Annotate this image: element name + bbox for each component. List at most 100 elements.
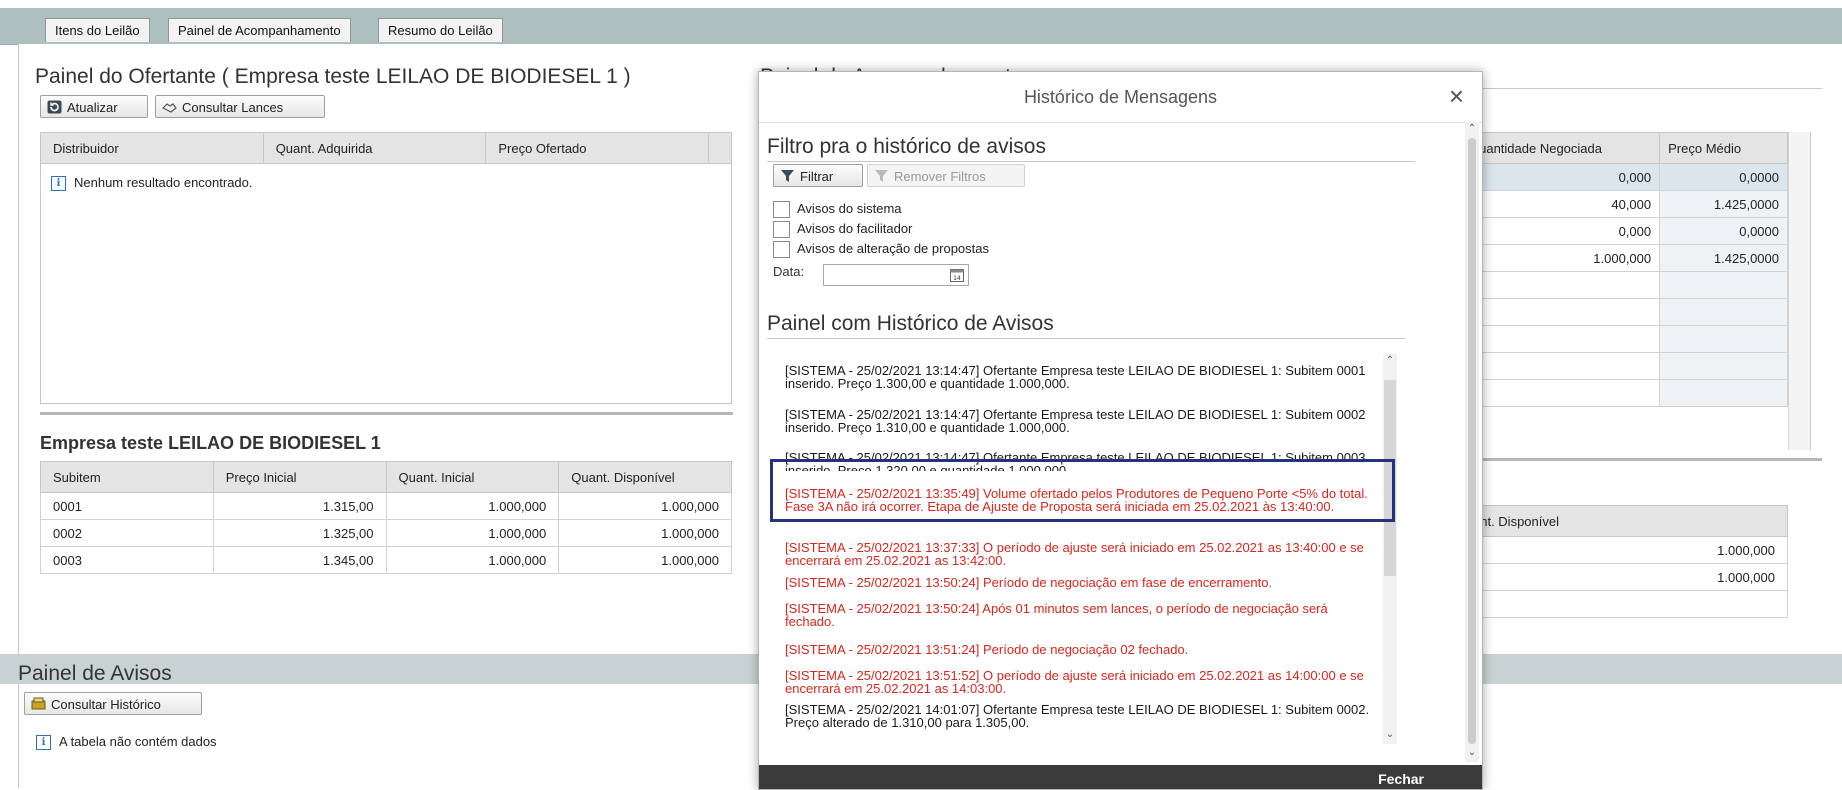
checkbox-box[interactable] bbox=[773, 241, 790, 259]
cell-quantidade-negociada: 0,000 bbox=[1460, 217, 1661, 245]
cell-quant-disponivel: 1.000,000 bbox=[558, 519, 732, 547]
remover-filtros-button[interactable]: Remover Filtros bbox=[867, 164, 1025, 187]
tab-itens-do-leilao[interactable]: Itens do Leilão bbox=[45, 18, 150, 42]
refresh-button[interactable]: Atualizar bbox=[40, 95, 148, 118]
calendar-icon[interactable]: 14 bbox=[950, 268, 964, 282]
message-item: [SISTEMA - 25/02/2021 13:51:24] Período … bbox=[785, 642, 1189, 657]
message-item: [SISTEMA - 25/02/2021 13:14:47] Ofertant… bbox=[785, 363, 1366, 391]
cell-quant-inicial: 1.000,000 bbox=[385, 546, 560, 574]
chevron-up-icon[interactable]: ⌃ bbox=[1385, 356, 1395, 366]
ofertante-grid: Distribuidor Quant. Adquirida Preço Ofer… bbox=[40, 132, 732, 404]
chevron-up-icon[interactable]: ⌃ bbox=[1467, 124, 1477, 134]
cell-subitem: 0001 bbox=[40, 492, 214, 520]
info-icon: i bbox=[51, 176, 66, 192]
date-label: Data: bbox=[773, 264, 805, 279]
svg-text:14: 14 bbox=[953, 275, 961, 282]
table-row bbox=[1460, 325, 1788, 353]
log-scrollbar[interactable]: ⌃ ⌄ bbox=[1383, 354, 1397, 744]
cell-quant-inicial: 1.000,000 bbox=[385, 519, 560, 547]
cell-quant-disponivel: 1.000,000 bbox=[558, 492, 732, 520]
checkbox-box[interactable] bbox=[773, 221, 790, 239]
tab-resumo-do-leilao[interactable]: Resumo do Leilão bbox=[378, 18, 503, 42]
checkbox-avisos-facilitador[interactable]: Avisos do facilitador bbox=[773, 219, 912, 239]
consultar-historico-button[interactable]: Consultar Histórico bbox=[24, 692, 202, 715]
table-row[interactable]: 0,000 0,0000 bbox=[1460, 163, 1788, 191]
close-icon[interactable]: × bbox=[1449, 82, 1464, 110]
cell-preco-inicial: 1.315,00 bbox=[212, 492, 387, 520]
filtrar-button[interactable]: Filtrar bbox=[773, 164, 863, 187]
col-spacer bbox=[708, 132, 732, 164]
col-quant-disponivel-right[interactable]: ant. Disponível bbox=[1460, 505, 1788, 537]
highlight-box bbox=[770, 459, 1395, 522]
acompanhamento-rule bbox=[1480, 88, 1822, 89]
table-row[interactable]: 0002 1.325,00 1.000,000 1.000,000 bbox=[40, 519, 732, 547]
cell-preco-medio: 0,0000 bbox=[1659, 163, 1788, 191]
filtrar-label: Filtrar bbox=[800, 169, 834, 184]
table-row bbox=[1460, 590, 1788, 618]
cell-quantidade-negociada: 40,000 bbox=[1460, 190, 1661, 218]
disponivel-grid: ant. Disponível 1.000,000 1.000,000 bbox=[1460, 505, 1788, 618]
table-row bbox=[1460, 379, 1788, 407]
empty-result-text: Nenhum resultado encontrado. bbox=[74, 175, 253, 190]
col-quant-adquirida[interactable]: Quant. Adquirida bbox=[262, 132, 487, 164]
col-quantidade-negociada[interactable]: Quantidade Negociada bbox=[1460, 132, 1661, 164]
funnel-icon bbox=[781, 170, 794, 182]
cell-quant-disponivel: 1.000,000 bbox=[1460, 563, 1788, 591]
cell-quant-disponivel: 1.000,000 bbox=[1460, 536, 1788, 564]
table-row[interactable]: 40,000 1.425,0000 bbox=[1460, 190, 1788, 218]
splitter-right[interactable] bbox=[1460, 458, 1822, 461]
chevron-down-icon[interactable]: ⌄ bbox=[1385, 730, 1395, 740]
col-distribuidor[interactable]: Distribuidor bbox=[40, 132, 264, 164]
modal-scrollbar[interactable]: ⌃ ⌄ bbox=[1465, 122, 1479, 762]
cell-preco-inicial: 1.325,00 bbox=[212, 519, 387, 547]
table-row[interactable]: 0003 1.345,00 1.000,000 1.000,000 bbox=[40, 546, 732, 574]
cell-preco-inicial: 1.345,00 bbox=[212, 546, 387, 574]
filter-section-title: Filtro pra o histórico de avisos bbox=[767, 135, 1415, 162]
cell-subitem: 0002 bbox=[40, 519, 214, 547]
chevron-down-icon[interactable]: ⌄ bbox=[1467, 748, 1477, 758]
col-preco-ofertado[interactable]: Preço Ofertado bbox=[485, 132, 710, 164]
cell-quantidade-negociada: 1.000,000 bbox=[1460, 244, 1661, 272]
col-quant-inicial[interactable]: Quant. Inicial bbox=[385, 461, 560, 493]
top-strip bbox=[0, 0, 1842, 8]
checkbox-avisos-sistema[interactable]: Avisos do sistema bbox=[773, 199, 902, 219]
avisos-empty-message: i A tabela não contém dados bbox=[36, 734, 217, 751]
table-row[interactable]: 1.000,000 1.425,0000 bbox=[1460, 244, 1788, 272]
table-row bbox=[1460, 352, 1788, 380]
col-preco-medio[interactable]: Preço Médio bbox=[1659, 132, 1788, 164]
consultar-lances-label: Consultar Lances bbox=[182, 100, 284, 115]
checkbox-label: Avisos do sistema bbox=[797, 201, 902, 216]
splitter[interactable] bbox=[40, 412, 733, 415]
modal-title: Histórico de Mensagens bbox=[759, 72, 1482, 123]
table-row[interactable]: 0001 1.315,00 1.000,000 1.000,000 bbox=[40, 492, 732, 520]
checkbox-box[interactable] bbox=[773, 201, 790, 219]
empty-result-message: i Nenhum resultado encontrado. bbox=[51, 175, 253, 192]
date-input[interactable]: 14 bbox=[823, 264, 969, 286]
refresh-icon bbox=[47, 100, 62, 114]
info-icon: i bbox=[36, 735, 51, 751]
remover-filtros-label: Remover Filtros bbox=[894, 169, 986, 184]
fechar-button[interactable]: Fechar bbox=[1378, 771, 1424, 787]
consultar-lances-button[interactable]: Consultar Lances bbox=[155, 95, 325, 118]
history-icon bbox=[31, 697, 46, 710]
checkbox-avisos-alteracao[interactable]: Avisos de alteração de propostas bbox=[773, 239, 989, 259]
tab-bar: Itens do Leilão Painel de Acompanhamento… bbox=[0, 8, 1842, 45]
checkbox-label: Avisos de alteração de propostas bbox=[797, 241, 989, 256]
grid-scroll-column bbox=[1788, 132, 1810, 450]
table-row[interactable]: 1.000,000 bbox=[1460, 563, 1788, 591]
col-quant-disponivel[interactable]: Quant. Disponível bbox=[558, 461, 732, 493]
scrollbar-thumb[interactable] bbox=[1468, 138, 1476, 744]
message-item: [SISTEMA - 25/02/2021 13:50:24] Período … bbox=[785, 575, 1273, 590]
refresh-button-label: Atualizar bbox=[67, 100, 118, 115]
col-preco-inicial[interactable]: Preço Inicial bbox=[212, 461, 387, 493]
acompanhamento-grid: Quantidade Negociada Preço Médio 0,000 0… bbox=[1460, 132, 1811, 450]
table-row bbox=[1460, 271, 1788, 299]
table-row[interactable]: 1.000,000 bbox=[1460, 536, 1788, 564]
messages-log[interactable]: [SISTEMA - 25/02/2021 13:14:47] Ofertant… bbox=[773, 344, 1399, 748]
avisos-empty-text: A tabela não contém dados bbox=[59, 734, 217, 749]
message-item: [SISTEMA - 25/02/2021 13:51:52] O períod… bbox=[785, 668, 1364, 696]
cell-preco-medio: 0,0000 bbox=[1659, 217, 1788, 245]
tab-painel-de-acompanhamento[interactable]: Painel de Acompanhamento bbox=[168, 18, 351, 42]
col-subitem[interactable]: Subitem bbox=[40, 461, 214, 493]
table-row[interactable]: 0,000 0,0000 bbox=[1460, 217, 1788, 245]
